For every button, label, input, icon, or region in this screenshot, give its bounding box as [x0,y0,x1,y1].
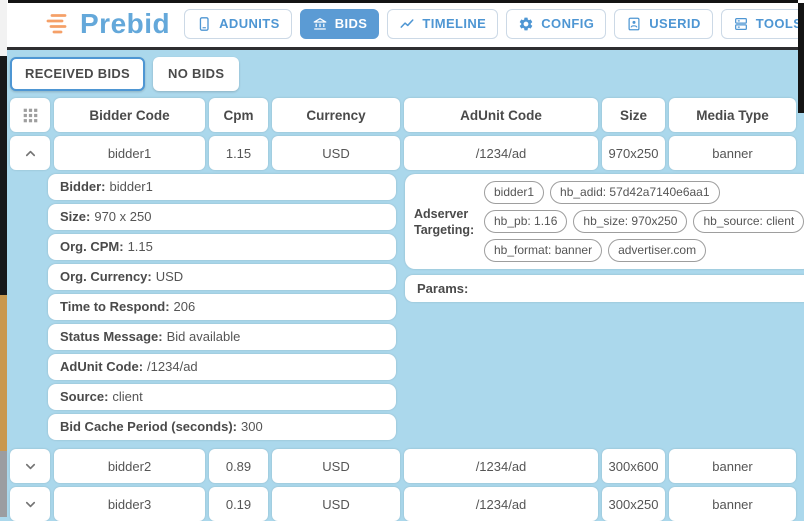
background-artifact-top [8,0,798,3]
cell-bidder-code: bidder3 [54,487,205,521]
cell-cpm: 0.19 [209,487,268,521]
nav-userid-button[interactable]: USERID [614,9,713,39]
nav-timeline-label: TIMELINE [422,16,486,31]
nav-config-label: CONFIG [541,16,594,31]
chevron-down-icon [23,497,38,512]
bid-detail-panel: Bidder:bidder1 Size:970 x 250 Org. CPM:1… [48,174,796,444]
chevron-up-icon [23,146,38,161]
cell-adunit-code: /1234/ad [404,136,598,170]
adserver-targeting-chips: bidder1 hb_adid: 57d42a7140e6aa1 hb_pb: … [484,181,804,262]
adserver-targeting-label: Adserver Targeting: [414,206,478,238]
targeting-chip: hb_adid: 57d42a7140e6aa1 [550,181,719,204]
nav-tools-label: TOOLS [756,16,803,31]
column-header-bidder-code: Bidder Code [54,98,205,132]
app-header: Prebid ADUNITS BIDS TIMELINE [0,0,804,50]
detail-field-time-to-respond: Time to Respond:206 [48,294,396,320]
bids-tabs: RECEIVED BIDS NO BIDS [0,50,804,98]
prebid-logo-icon [45,11,71,37]
column-header-media-type: Media Type [669,98,796,132]
column-header-currency: Currency [272,98,400,132]
nav-adunits-label: ADUNITS [219,16,280,31]
cell-bidder-code: bidder2 [54,449,205,483]
cell-size: 970x250 [602,136,665,170]
cell-media-type: banner [669,487,796,521]
targeting-chip: hb_pb: 1.16 [484,210,567,233]
cell-adunit-code: /1234/ad [404,449,598,483]
detail-field-status-message: Status Message:Bid available [48,324,396,350]
detail-field-size: Size:970 x 250 [48,204,396,230]
params-card: Params: [405,275,804,302]
cell-adunit-code: /1234/ad [404,487,598,521]
cell-size: 300x600 [602,449,665,483]
table-row-bidder3: bidder3 0.19 USD /1234/ad 300x250 banner [10,487,796,521]
detail-field-adunit-code: AdUnit Code:/1234/ad [48,354,396,380]
column-header-adunit-code: AdUnit Code [404,98,598,132]
nav-tools-button[interactable]: TOOLS [721,9,804,39]
cell-cpm: 1.15 [209,136,268,170]
nav-config-button[interactable]: CONFIG [506,9,606,39]
cell-media-type: banner [669,136,796,170]
timeline-chart-icon [399,16,415,32]
tab-received-bids[interactable]: RECEIVED BIDS [10,57,145,91]
targeting-chip: bidder1 [484,181,544,204]
table-row-bidder2: bidder2 0.89 USD /1234/ad 300x600 banner [10,449,796,483]
expand-row-button[interactable] [10,487,50,521]
background-artifact-left [0,0,7,517]
userid-card-icon [626,16,642,32]
prebid-logo: Prebid [45,8,170,40]
bids-bank-icon [312,16,328,32]
tools-stack-icon [733,16,749,32]
cell-currency: USD [272,449,400,483]
collapse-row-button[interactable] [10,136,50,170]
cell-media-type: banner [669,449,796,483]
config-gear-icon [518,16,534,32]
cell-currency: USD [272,136,400,170]
nav-timeline-button[interactable]: TIMELINE [387,9,498,39]
adunits-phone-icon [196,16,212,32]
detail-field-org-cpm: Org. CPM:1.15 [48,234,396,260]
adserver-targeting-card: Adserver Targeting: bidder1 hb_adid: 57d… [405,174,804,269]
grid-icon [22,107,39,124]
detail-field-bid-cache-period: Bid Cache Period (seconds):300 [48,414,396,440]
cell-bidder-code: bidder1 [54,136,205,170]
tab-no-bids[interactable]: NO BIDS [153,57,239,91]
app-title: Prebid [80,8,170,40]
cell-cpm: 0.89 [209,449,268,483]
bid-detail-right-column: Adserver Targeting: bidder1 hb_adid: 57d… [405,174,804,302]
targeting-chip: hb_format: banner [484,239,602,262]
cell-size: 300x250 [602,487,665,521]
expand-row-button[interactable] [10,449,50,483]
detail-field-bidder: Bidder:bidder1 [48,174,396,200]
column-header-size: Size [602,98,665,132]
column-settings-button[interactable] [10,98,50,132]
nav-userid-label: USERID [649,16,701,31]
targeting-chip: hb_size: 970x250 [573,210,687,233]
targeting-chip: hb_source: client [693,210,804,233]
main-nav: ADUNITS BIDS TIMELINE CONFIG [184,9,804,39]
params-label: Params: [417,281,468,296]
background-artifact-right [798,3,804,113]
cell-currency: USD [272,487,400,521]
nav-adunits-button[interactable]: ADUNITS [184,9,292,39]
bid-detail-fields: Bidder:bidder1 Size:970 x 250 Org. CPM:1… [48,174,396,444]
nav-bids-label: BIDS [335,16,368,31]
nav-bids-button[interactable]: BIDS [300,9,380,39]
table-header-row: Bidder Code Cpm Currency AdUnit Code Siz… [10,98,796,132]
column-header-cpm: Cpm [209,98,268,132]
chevron-down-icon [23,459,38,474]
detail-field-source: Source:client [48,384,396,410]
targeting-chip: advertiser.com [608,239,706,262]
detail-field-org-currency: Org. Currency:USD [48,264,396,290]
table-row-bidder1: bidder1 1.15 USD /1234/ad 970x250 banner [10,136,796,170]
